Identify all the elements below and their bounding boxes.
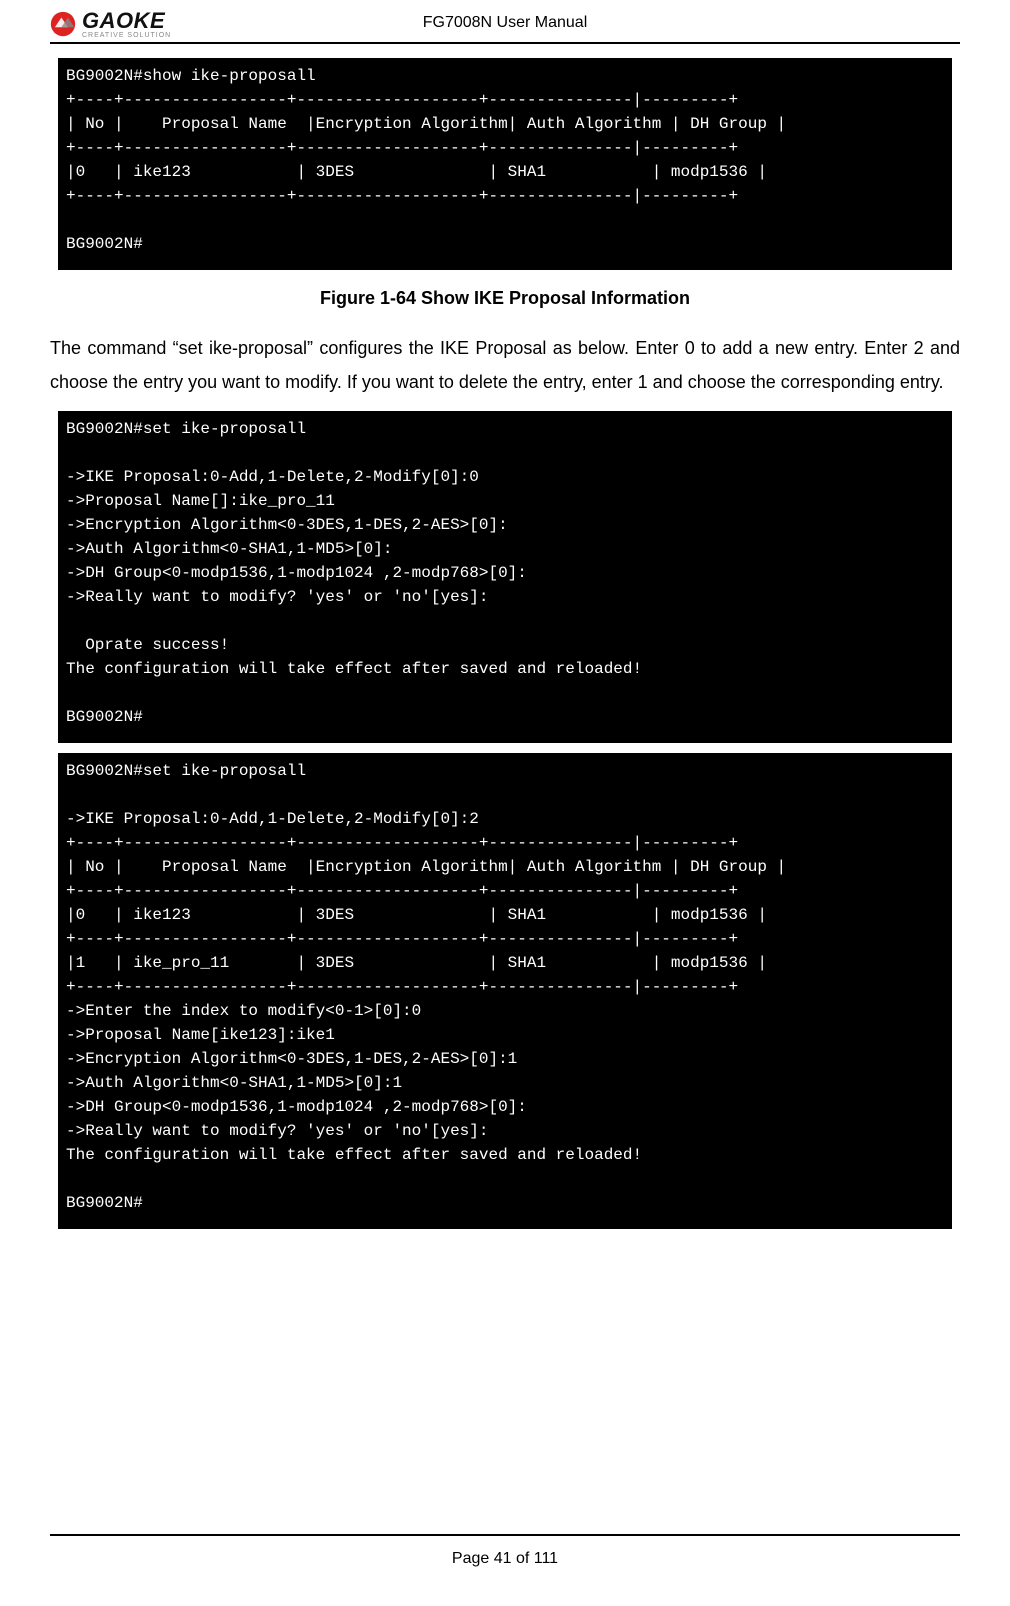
term-line: ->IKE Proposal:0-Add,1-Delete,2-Modify[0… (66, 468, 479, 486)
term-line: Oprate success! (66, 636, 229, 654)
brand-logo: GAOKE CREATIVE SOLUTION (50, 10, 171, 39)
logo-text: GAOKE CREATIVE SOLUTION (82, 10, 171, 39)
terminal-set-ike-proposal-modify: BG9002N#set ike-proposall ->IKE Proposal… (58, 753, 952, 1229)
term-line: ->Enter the index to modify<0-1>[0]:0 (66, 1002, 421, 1020)
footer-rule (50, 1534, 960, 1536)
term-line: BG9002N# (66, 708, 143, 726)
term-line: ->DH Group<0-modp1536,1-modp1024 ,2-modp… (66, 564, 527, 582)
term-line: The configuration will take effect after… (66, 660, 642, 678)
term-line: ->Proposal Name[]:ike_pro_11 (66, 492, 335, 510)
term-line: BG9002N#set ike-proposall (66, 762, 306, 780)
logo-icon (50, 11, 76, 37)
page-header: GAOKE CREATIVE SOLUTION FG7008N User Man… (50, 0, 960, 42)
figure-caption: Figure 1-64 Show IKE Proposal Informatio… (50, 288, 960, 309)
term-line: BG9002N#show ike-proposall (66, 67, 316, 85)
term-line: +----+-----------------+----------------… (66, 91, 738, 109)
term-line: |0 | ike123 | 3DES | SHA1 | modp1536 | (66, 163, 767, 181)
term-line: BG9002N#set ike-proposall (66, 420, 306, 438)
term-line: +----+-----------------+----------------… (66, 882, 738, 900)
term-line: ->Really want to modify? 'yes' or 'no'[y… (66, 588, 488, 606)
term-line: +----+-----------------+----------------… (66, 187, 738, 205)
term-line: BG9002N# (66, 1194, 143, 1212)
term-line: ->Encryption Algorithm<0-3DES,1-DES,2-AE… (66, 1050, 517, 1068)
term-line: ->DH Group<0-modp1536,1-modp1024 ,2-modp… (66, 1098, 527, 1116)
term-line: BG9002N# (66, 235, 143, 253)
term-line: ->IKE Proposal:0-Add,1-Delete,2-Modify[0… (66, 810, 479, 828)
logo-brand: GAOKE (82, 10, 171, 32)
term-line: |1 | ike_pro_11 | 3DES | SHA1 | modp1536… (66, 954, 767, 972)
paragraph: The command “set ike-proposal” configure… (50, 331, 960, 399)
term-line: ->Really want to modify? 'yes' or 'no'[y… (66, 1122, 488, 1140)
terminal-set-ike-proposal-add: BG9002N#set ike-proposall ->IKE Proposal… (58, 411, 952, 743)
term-line: ->Auth Algorithm<0-SHA1,1-MD5>[0]:1 (66, 1074, 402, 1092)
term-line: |0 | ike123 | 3DES | SHA1 | modp1536 | (66, 906, 767, 924)
term-line: +----+-----------------+----------------… (66, 930, 738, 948)
term-line: | No | Proposal Name |Encryption Algorit… (66, 858, 786, 876)
header-rule (50, 42, 960, 44)
logo-tagline: CREATIVE SOLUTION (82, 32, 171, 39)
terminal-show-ike-proposal: BG9002N#show ike-proposall +----+-------… (58, 58, 952, 270)
term-line: +----+-----------------+----------------… (66, 139, 738, 157)
term-line: ->Auth Algorithm<0-SHA1,1-MD5>[0]: (66, 540, 392, 558)
term-line: ->Encryption Algorithm<0-3DES,1-DES,2-AE… (66, 516, 508, 534)
term-line: +----+-----------------+----------------… (66, 834, 738, 852)
term-line: ->Proposal Name[ike123]:ike1 (66, 1026, 335, 1044)
page-number: Page 41 of 111 (0, 1550, 1010, 1568)
term-line: The configuration will take effect after… (66, 1146, 642, 1164)
document-title: FG7008N User Manual (50, 14, 960, 32)
term-line: +----+-----------------+----------------… (66, 978, 738, 996)
page: GAOKE CREATIVE SOLUTION FG7008N User Man… (0, 0, 1010, 1606)
term-line: | No | Proposal Name |Encryption Algorit… (66, 115, 786, 133)
